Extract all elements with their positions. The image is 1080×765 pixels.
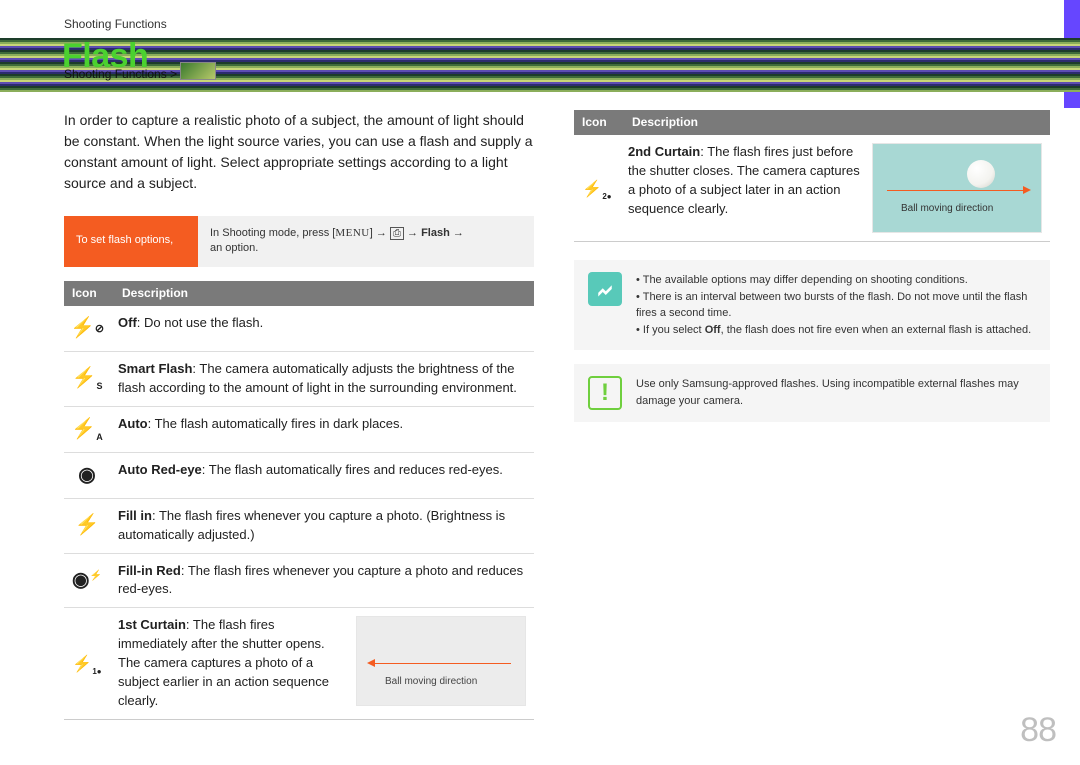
camera-icon: ⎙ (390, 227, 404, 240)
left-column: In order to capture a realistic photo of… (64, 110, 534, 720)
row-title: Auto Red-eye (118, 462, 202, 477)
first-curtain-diagram: Ball moving direction (356, 616, 526, 706)
table-row: ⚡A Auto: The flash automatically fires i… (64, 406, 534, 452)
setbox-suffix: an option. (210, 242, 258, 254)
flash-redeye-icon: ◉ (64, 452, 114, 498)
flash-2nd-curtain-icon: ⚡2● (574, 135, 624, 242)
arrow-icon: → (453, 227, 464, 239)
table-row: ⚡ Fill in: The flash fires whenever you … (64, 498, 534, 553)
table-row: ⚡1● 1st Curtain: The flash fires immedia… (64, 608, 534, 719)
row-title: Off (118, 315, 137, 330)
table-row: ◉ Auto Red-eye: The flash automatically … (64, 452, 534, 498)
flash-fillred-icon: ◉⚡ (64, 553, 114, 608)
right-column: Icon Description ⚡2● 2nd Curtain: The fl… (574, 110, 1050, 720)
row-text: : The flash automatically fires and redu… (202, 462, 503, 477)
setbox-instruction: In Shooting mode, press [MENU] → ⎙ → Fla… (198, 216, 534, 267)
arrow-icon: → (407, 227, 418, 239)
note-body: Use only Samsung-approved flashes. Using… (636, 376, 1036, 410)
flash-smart-icon: ⚡S (64, 352, 114, 407)
row-title: Smart Flash (118, 361, 192, 376)
note-line: The available options may differ dependi… (636, 272, 1036, 289)
th-desc: Description (624, 110, 1050, 135)
arrow-icon: → (376, 227, 387, 239)
second-curtain-diagram: Ball moving direction (872, 143, 1042, 233)
warning-icon: ! (588, 376, 622, 410)
flash-off-icon: ⚡⊘ (64, 306, 114, 352)
info-note-box: The available options may differ dependi… (574, 260, 1050, 350)
flash-1st-curtain-icon: ⚡1● (64, 608, 114, 719)
row-text: : Do not use the flash. (137, 315, 263, 330)
table-row: ⚡⊘ Off: Do not use the flash. (64, 306, 534, 352)
row-title: 1st Curtain (118, 617, 186, 632)
table-row: ⚡2● 2nd Curtain: The flash fires just be… (574, 135, 1050, 242)
row-text: : The flash fires whenever you capture a… (118, 508, 505, 542)
flash-fillin-icon: ⚡ (64, 498, 114, 553)
row-title: 2nd Curtain (628, 144, 700, 159)
breadcrumb-sub: Shooting Functions > (64, 66, 177, 83)
row-title: Fill-in Red (118, 563, 181, 578)
warning-note-box: ! Use only Samsung-approved flashes. Usi… (574, 364, 1050, 422)
note-line: There is an interval between two bursts … (636, 289, 1036, 322)
table-row: ◉⚡ Fill-in Red: The flash fires whenever… (64, 553, 534, 608)
flash-label: Flash (421, 227, 450, 239)
flash-auto-icon: ⚡A (64, 406, 114, 452)
th-desc: Description (114, 281, 534, 306)
table-header-row: Icon Description (64, 281, 534, 306)
title-banner: Flash Shooting Functions > (0, 38, 1080, 92)
breadcrumb-thumb (180, 62, 216, 80)
table-row: ⚡S Smart Flash: The camera automatically… (64, 352, 534, 407)
note-icon (588, 272, 622, 306)
set-flash-options-box: To set flash options, In Shooting mode, … (64, 216, 534, 267)
row-title: Fill in (118, 508, 152, 523)
page-number: 88 (1020, 706, 1056, 755)
note-line: If you select Off, the flash does not fi… (636, 322, 1036, 339)
note-body: The available options may differ dependi… (636, 272, 1036, 338)
th-icon: Icon (64, 281, 114, 306)
diagram-caption: Ball moving direction (901, 202, 993, 217)
table-header-row: Icon Description (574, 110, 1050, 135)
row-text: : The flash automatically fires in dark … (148, 416, 404, 431)
row-title: Auto (118, 416, 148, 431)
setbox-prefix: In Shooting mode, press [ (210, 227, 335, 239)
flash-options-table: Icon Description ⚡⊘ Off: Do not use the … (64, 281, 534, 720)
diagram-caption: Ball moving direction (385, 675, 477, 690)
setbox-label: To set flash options, (64, 216, 198, 267)
intro-paragraph: In order to capture a realistic photo of… (64, 110, 534, 194)
menu-key: MENU (335, 227, 369, 239)
breadcrumb: Shooting Functions (64, 16, 167, 33)
flash-options-table-continued: Icon Description ⚡2● 2nd Curtain: The fl… (574, 110, 1050, 242)
th-icon: Icon (574, 110, 624, 135)
